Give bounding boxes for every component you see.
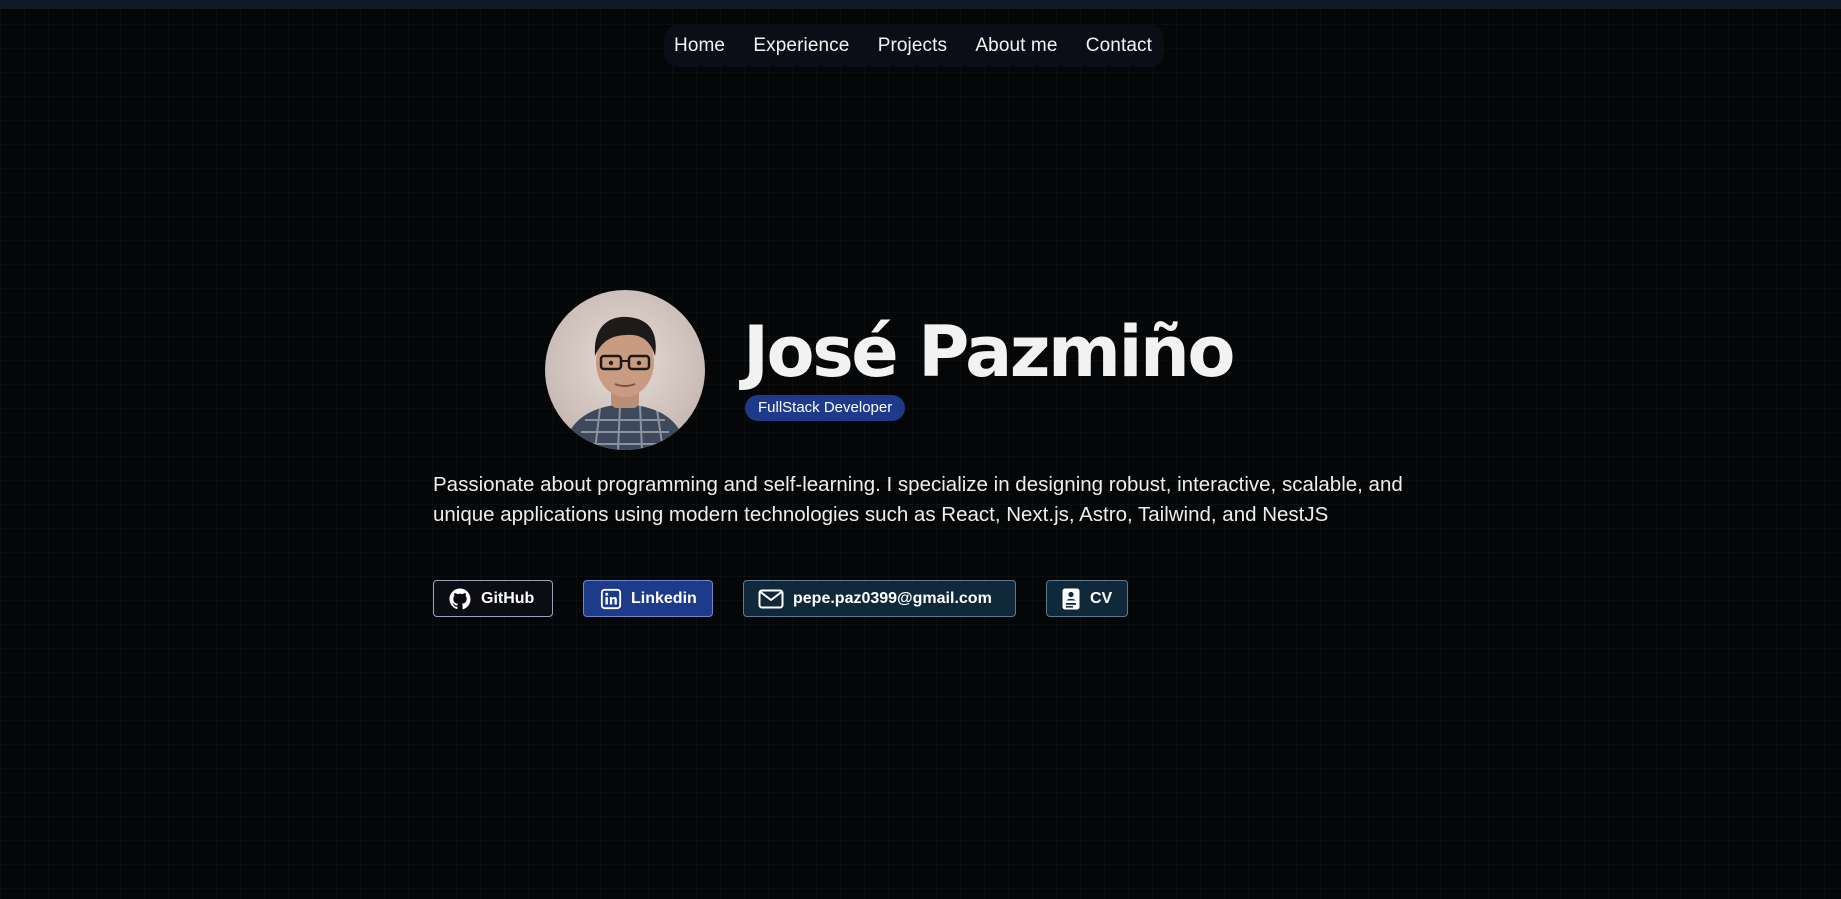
cv-button[interactable]: CV	[1046, 580, 1128, 617]
social-links: GitHub Linkedin pepe.paz0399@gmail.com C…	[433, 580, 1128, 618]
github-icon	[448, 587, 472, 611]
github-button[interactable]: GitHub	[433, 580, 553, 617]
document-icon	[1061, 587, 1081, 611]
profile-photo-illustration	[563, 316, 687, 450]
cv-button-label: CV	[1090, 589, 1113, 607]
hero-name: José Pazmiño	[743, 311, 1235, 393]
main-nav: Home Experience Projects About me Contac…	[664, 25, 1164, 67]
hero-bio: Passionate about programming and self-le…	[433, 473, 1403, 526]
top-header-strip	[0, 0, 1841, 9]
nav-link-projects[interactable]: Projects	[878, 35, 947, 57]
email-button[interactable]: pepe.paz0399@gmail.com	[743, 580, 1016, 617]
nav-link-contact[interactable]: Contact	[1086, 35, 1152, 57]
email-button-label: pepe.paz0399@gmail.com	[793, 589, 992, 607]
role-badge: FullStack Developer	[745, 395, 906, 421]
linkedin-icon	[600, 588, 622, 610]
profile-avatar	[545, 290, 705, 450]
nav-link-home[interactable]: Home	[674, 35, 725, 57]
nav-link-experience[interactable]: Experience	[753, 35, 849, 57]
mail-icon	[758, 588, 784, 610]
linkedin-button[interactable]: Linkedin	[583, 580, 713, 617]
nav-link-about-me[interactable]: About me	[975, 35, 1057, 57]
linkedin-button-label: Linkedin	[631, 589, 697, 607]
github-button-label: GitHub	[481, 589, 535, 607]
